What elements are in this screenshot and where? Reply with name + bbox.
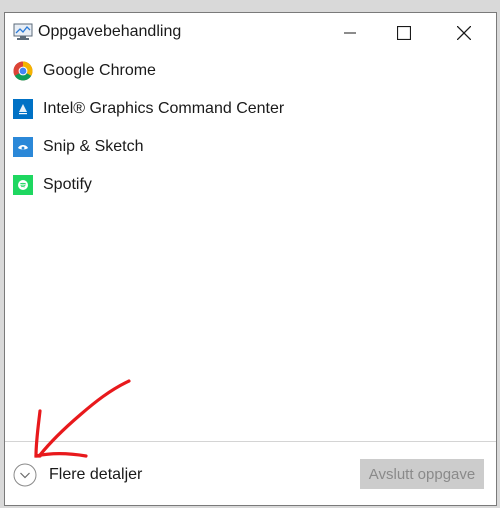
app-label: Spotify	[43, 176, 92, 193]
task-manager-window: Oppgavebehandling Google Chrome Intel® G…	[4, 12, 497, 506]
app-row-spotify[interactable]: Spotify	[5, 167, 496, 203]
minimize-icon	[344, 32, 356, 34]
more-details-button[interactable]: Flere detaljer	[13, 461, 183, 489]
maximize-button[interactable]	[381, 13, 427, 53]
minimize-button[interactable]	[327, 13, 373, 53]
intel-graphics-icon	[13, 99, 33, 119]
app-label: Snip & Sketch	[43, 138, 144, 155]
app-label: Intel® Graphics Command Center	[43, 100, 285, 117]
snip-sketch-icon	[13, 137, 33, 157]
task-manager-icon	[13, 23, 33, 41]
app-row-google-chrome[interactable]: Google Chrome	[5, 53, 496, 89]
app-row-snip-sketch[interactable]: Snip & Sketch	[5, 129, 496, 165]
footer-divider	[5, 441, 496, 442]
app-label: Google Chrome	[43, 62, 156, 79]
more-details-label: Flere detaljer	[49, 466, 143, 483]
chevron-down-circle-icon	[13, 463, 37, 487]
app-row-intel-graphics[interactable]: Intel® Graphics Command Center	[5, 91, 496, 127]
titlebar[interactable]: Oppgavebehandling	[5, 13, 496, 53]
window-title: Oppgavebehandling	[38, 23, 182, 40]
spotify-icon	[13, 175, 33, 195]
close-icon	[457, 26, 471, 40]
chrome-icon	[13, 61, 33, 81]
end-task-button[interactable]: Avslutt oppgave	[360, 459, 484, 489]
close-button[interactable]	[441, 13, 487, 53]
maximize-icon	[397, 26, 411, 40]
